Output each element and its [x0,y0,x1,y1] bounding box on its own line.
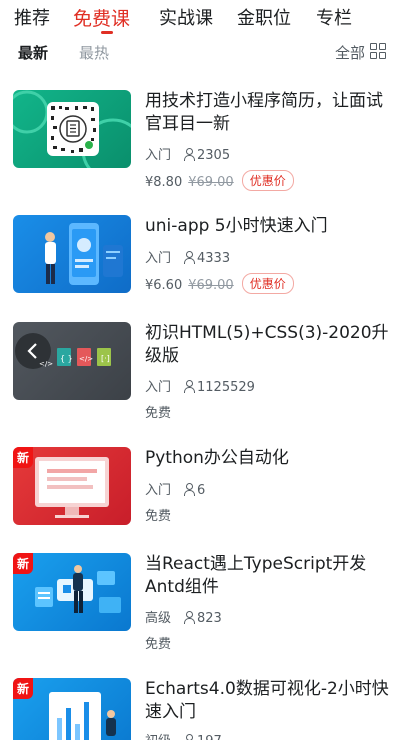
promo-badge: 优惠价 [241,273,294,294]
user-icon [183,148,196,161]
student-count: 2305 [197,148,231,163]
course-price: ¥6.60 [145,278,183,293]
course-level: 初级 [145,734,171,740]
course-price: 免费 [145,509,172,524]
price-row: 免费 [145,402,171,421]
tab-latest[interactable]: 最新 [18,42,48,63]
price-row: 免费 [145,633,171,652]
tab-hottest[interactable]: 最热 [79,42,109,63]
price-row: 免费 [145,505,171,524]
course-meta: 入门 1125529 [145,376,255,395]
course-meta: 入门 2305 [145,144,230,163]
sort-tab-bar: 最新 最热 全部 [0,36,407,68]
svg-text:</>: </> [39,360,53,368]
price-row: ¥6.60 ¥69.00 优惠价 [145,273,294,294]
tab-job-programs[interactable]: 金职位 [237,4,291,30]
course-thumbnail: 新 [13,447,131,525]
user-icon [183,611,196,624]
tab-columns[interactable]: 专栏 [316,4,352,30]
course-title[interactable]: 用技术打造小程序简历，让面试官耳目一新 [145,90,395,136]
html-css-thumbnail-icon: </> { } </> [·] [15,333,111,369]
course-level: 入门 [145,483,172,498]
student-count: 6 [197,483,206,498]
course-level: 入门 [145,380,172,395]
course-title[interactable]: 当React遇上TypeScript开发Antd组件 [145,553,395,599]
new-badge: 新 [13,447,34,468]
price-row: ¥8.80 ¥69.00 优惠价 [145,170,294,191]
course-card[interactable]: 新 Python办公自动化 入门 6 免费 [0,447,407,553]
course-title[interactable]: Python办公自动化 [145,447,395,470]
student-count: 823 [197,611,222,626]
course-card[interactable]: </> { } </> [·] 初识HTML(5)+CSS(3)-2020升级版… [0,322,407,428]
course-card[interactable]: 新 当React遇上TypeScript开发Antd组件 高级 823 免费 [0,553,407,659]
course-card[interactable]: uni-app 5小时快速入门 入门 4333 ¥6.60 ¥69.00 优惠价 [0,215,407,321]
svg-text:[·]: [·] [101,354,110,363]
all-filter-button[interactable]: 全部 [335,42,365,63]
tab-free-courses[interactable]: 免费课 [73,4,130,31]
course-level: 入门 [145,148,172,163]
course-thumbnail [13,90,131,168]
course-price: ¥8.80 [145,175,183,190]
course-thumbnail: 新 [13,553,131,631]
user-icon [183,734,195,740]
active-tab-indicator [101,31,113,34]
original-price: ¥69.00 [188,175,234,190]
user-icon [183,251,196,264]
original-price: ¥69.00 [188,278,234,293]
course-thumbnail: </> { } </> [·] [13,322,131,400]
promo-badge: 优惠价 [241,170,294,191]
course-title[interactable]: uni-app 5小时快速入门 [145,215,395,238]
course-meta: 高级 823 [145,607,222,626]
student-count: 1125529 [197,380,255,395]
tab-practical-courses[interactable]: 实战课 [159,4,213,30]
student-count: 4333 [197,251,231,266]
course-card[interactable]: 新 Echarts4.0数据可视化-2小时快速入门 初级 197 [0,678,407,740]
grid-view-icon[interactable] [370,43,387,60]
user-icon [183,380,196,393]
course-meta: 入门 4333 [145,247,230,266]
svg-text:</>: </> [79,355,93,363]
phone-illustration-icon [45,223,123,285]
user-icon [183,483,196,496]
student-count: 197 [197,734,222,740]
course-title[interactable]: 初识HTML(5)+CSS(3)-2020升级版 [145,322,395,368]
course-meta: 入门 6 [145,479,205,498]
course-price: 免费 [145,406,172,421]
course-price: 免费 [145,637,172,652]
course-meta: 初级 197 [145,730,222,740]
top-tab-bar: 推荐 免费课 实战课 金职位 专栏 [0,0,407,36]
new-badge: 新 [13,678,34,699]
svg-text:{ }: { } [60,354,73,363]
course-thumbnail [13,215,131,293]
course-title[interactable]: Echarts4.0数据可视化-2小时快速入门 [145,678,395,724]
new-badge: 新 [13,553,34,574]
course-card[interactable]: 用技术打造小程序简历，让面试官耳目一新 入门 2305 ¥8.80 ¥69.00 优惠… [0,90,407,196]
qr-code-thumbnail-icon [13,90,131,168]
course-level: 高级 [145,611,172,626]
tab-recommend[interactable]: 推荐 [14,4,50,30]
course-level: 入门 [145,251,172,266]
course-thumbnail: 新 [13,678,131,740]
